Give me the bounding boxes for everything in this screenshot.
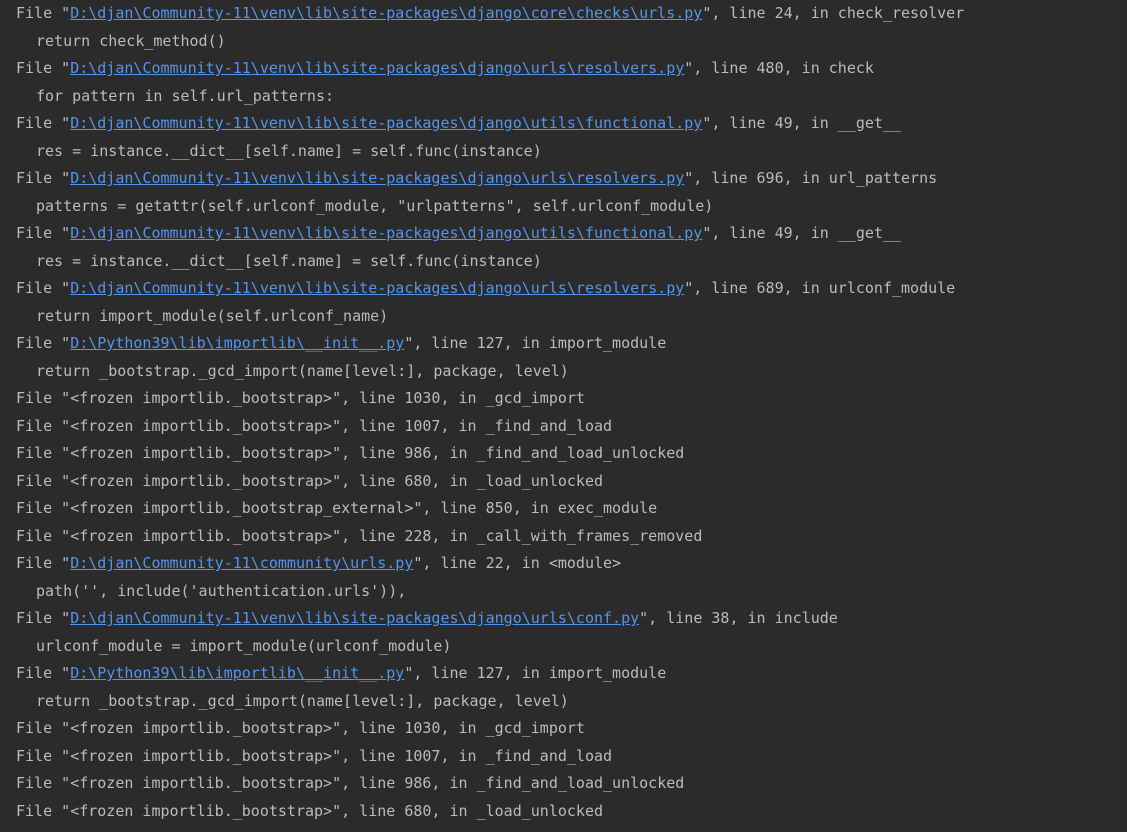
frozen-module-path: <frozen importlib._bootstrap> — [70, 416, 333, 435]
traceback-frame-line: File "D:\Python39\lib\importlib\__init__… — [0, 330, 666, 358]
traceback-frame-line: File "D:\djan\Community-11\venv\lib\site… — [0, 110, 901, 138]
file-path-link[interactable]: D:\djan\Community-11\venv\lib\site-packa… — [70, 609, 639, 627]
frame-location: ", line 680, in _load_unlocked — [332, 471, 604, 490]
traceback-frame-line: File "<frozen importlib._bootstrap>", li… — [0, 468, 603, 496]
frame-location: ", line 689, in urlconf_module — [684, 279, 956, 297]
frame-location: ", line 1007, in _find_and_load — [332, 746, 613, 765]
frame-location: ", line 228, in _call_with_frames_remove… — [332, 526, 703, 545]
traceback-code-line: res = instance.__dict__[self.name] = sel… — [36, 251, 542, 270]
traceback-frame-line: File "D:\djan\Community-11\venv\lib\site… — [0, 605, 838, 633]
traceback-frame-line: File "D:\djan\Community-11\venv\lib\site… — [0, 165, 937, 193]
file-prefix: File " — [16, 279, 71, 297]
traceback-frame-line: File "<frozen importlib._bootstrap>", li… — [0, 440, 684, 468]
file-prefix: File " — [16, 4, 71, 22]
frame-location: ", line 22, in <module> — [413, 554, 622, 572]
file-prefix: File " — [16, 719, 71, 737]
file-path-link[interactable]: D:\Python39\lib\importlib\__init__.py — [70, 664, 404, 682]
frame-location: ", line 480, in check — [684, 59, 874, 77]
frame-location: ", line 127, in import_module — [404, 334, 667, 352]
file-prefix: File " — [16, 389, 71, 407]
traceback-frame-line: File "D:\Python39\lib\importlib\__init__… — [0, 660, 666, 688]
traceback-frame-line: File "<frozen importlib._bootstrap>", li… — [0, 385, 585, 413]
frozen-module-path: <frozen importlib._bootstrap> — [70, 801, 333, 820]
traceback-frame-line: File "<frozen importlib._bootstrap>", li… — [0, 715, 585, 743]
frame-location: ", line 1030, in _gcd_import — [332, 719, 585, 737]
frame-location: ", line 850, in exec_module — [413, 499, 658, 517]
traceback-frame-line: File "<frozen importlib._bootstrap>", li… — [0, 798, 603, 826]
frame-location: ", line 1007, in _find_and_load — [332, 416, 613, 435]
frame-location: ", line 696, in url_patterns — [684, 169, 938, 187]
file-prefix: File " — [16, 774, 71, 792]
file-path-link[interactable]: D:\djan\Community-11\venv\lib\site-packa… — [70, 169, 684, 187]
file-prefix: File " — [16, 444, 71, 462]
file-prefix: File " — [16, 471, 71, 490]
frame-location: ", line 127, in import_module — [404, 664, 667, 682]
file-prefix: File " — [16, 224, 71, 242]
file-prefix: File " — [16, 114, 71, 132]
traceback-frame-line: File "<frozen importlib._bootstrap>", li… — [0, 413, 612, 441]
traceback-frame-line: File "<frozen importlib._bootstrap>", li… — [0, 523, 702, 551]
traceback-frame-line: File "D:\djan\Community-11\venv\lib\site… — [0, 0, 964, 28]
file-prefix: File " — [16, 169, 71, 187]
traceback-code-line: return _bootstrap._gcd_import(name[level… — [36, 691, 569, 710]
file-prefix: File " — [16, 664, 71, 682]
frozen-module-path: <frozen importlib._bootstrap> — [70, 719, 333, 737]
file-path-link[interactable]: D:\djan\Community-11\venv\lib\site-packa… — [70, 114, 702, 132]
frame-location: ", line 49, in __get__ — [702, 224, 902, 242]
file-prefix: File " — [16, 499, 71, 517]
file-path-link[interactable]: D:\djan\Community-11\venv\lib\site-packa… — [70, 4, 702, 22]
frozen-module-path: <frozen importlib._bootstrap> — [70, 389, 333, 407]
frame-location: ", line 24, in check_resolver — [702, 4, 965, 22]
traceback-frame-line: File "<frozen importlib._bootstrap>", li… — [0, 770, 684, 798]
file-path-link[interactable]: D:\djan\Community-11\venv\lib\site-packa… — [70, 224, 702, 242]
traceback-frame-line: File "D:\djan\Community-11\venv\lib\site… — [0, 220, 901, 248]
frozen-module-path: <frozen importlib._bootstrap> — [70, 774, 333, 792]
traceback-frame-line: File "<frozen importlib._bootstrap_exter… — [0, 495, 657, 523]
traceback-frame-line: File "D:\djan\Community-11\venv\lib\site… — [0, 275, 955, 303]
traceback-code-line: for pattern in self.url_patterns: — [36, 86, 335, 105]
traceback-code-line: patterns = getattr(self.urlconf_module, … — [36, 196, 714, 215]
file-path-link[interactable]: D:\djan\Community-11\community\urls.py — [70, 554, 413, 572]
frozen-module-path: <frozen importlib._bootstrap> — [70, 444, 333, 462]
frozen-module-path: <frozen importlib._bootstrap> — [70, 746, 333, 765]
file-prefix: File " — [16, 526, 71, 545]
traceback-frame-line: File "D:\djan\Community-11\venv\lib\site… — [0, 55, 874, 83]
frame-location: ", line 680, in _load_unlocked — [332, 801, 604, 820]
traceback-code-line: return _bootstrap._gcd_import(name[level… — [36, 361, 569, 380]
traceback-frame-line: File "<frozen importlib._bootstrap>", li… — [0, 743, 612, 771]
file-prefix: File " — [16, 801, 71, 820]
file-prefix: File " — [16, 59, 71, 77]
frame-location: ", line 986, in _find_and_load_unlocked — [332, 444, 685, 462]
file-prefix: File " — [16, 609, 71, 627]
traceback-frame-line: File "D:\djan\Community-11\community\url… — [0, 550, 621, 578]
traceback-code-line: return import_module(self.urlconf_name) — [36, 306, 389, 325]
traceback-code-line: path('', include('authentication.urls'))… — [36, 581, 407, 600]
file-prefix: File " — [16, 554, 71, 572]
traceback-code-line: urlconf_module = import_module(urlconf_m… — [36, 636, 452, 655]
console-output: File "D:\djan\Community-11\venv\lib\site… — [0, 0, 1127, 832]
file-path-link[interactable]: D:\Python39\lib\importlib\__init__.py — [70, 334, 404, 352]
file-path-link[interactable]: D:\djan\Community-11\venv\lib\site-packa… — [70, 59, 684, 77]
frame-location: ", line 986, in _find_and_load_unlocked — [332, 774, 685, 792]
file-prefix: File " — [16, 416, 71, 435]
frame-location: ", line 49, in __get__ — [702, 114, 902, 132]
traceback-code-line: res = instance.__dict__[self.name] = sel… — [36, 141, 542, 160]
frozen-module-path: <frozen importlib._bootstrap_external> — [70, 499, 414, 517]
frame-location: ", line 1030, in _gcd_import — [332, 389, 585, 407]
file-prefix: File " — [16, 746, 71, 765]
file-path-link[interactable]: D:\djan\Community-11\venv\lib\site-packa… — [70, 279, 684, 297]
file-prefix: File " — [16, 334, 71, 352]
frozen-module-path: <frozen importlib._bootstrap> — [70, 526, 333, 545]
traceback-code-line: return check_method() — [36, 31, 226, 50]
frozen-module-path: <frozen importlib._bootstrap> — [70, 471, 333, 490]
frame-location: ", line 38, in include — [639, 609, 838, 627]
